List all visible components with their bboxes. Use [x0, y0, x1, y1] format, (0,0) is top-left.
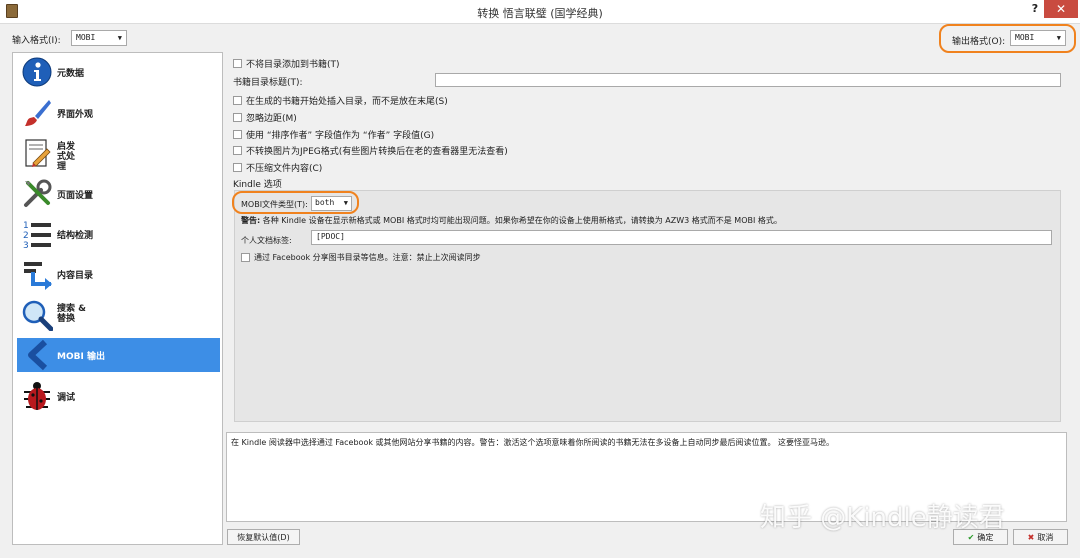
watermark: 知乎 @Kindle静读君: [760, 503, 1005, 533]
chevron-down-icon: ▼: [343, 199, 348, 207]
input-format-select[interactable]: MOBI ▼: [71, 30, 127, 46]
title-bar: 转换 悟言联璧 (国学经典): [0, 0, 1080, 24]
output-format-label: 输出格式(O):: [952, 37, 1006, 47]
sidebar-item-search-replace[interactable]: 搜索 & 替换: [17, 298, 220, 332]
chevron-left-icon: [28, 339, 48, 371]
author-sort-checkbox[interactable]: [233, 129, 242, 139]
chevron-down-icon: ▼: [117, 34, 122, 42]
personal-doc-input[interactable]: [PDOC]: [311, 230, 1052, 245]
input-format-label: 输入格式(I):: [12, 36, 61, 46]
sidebar-item-label: 结构检测: [57, 231, 94, 241]
svg-text:2: 2: [23, 231, 29, 241]
ignore-margins-checkbox[interactable]: [233, 112, 242, 122]
description-text: 在 Kindle 阅读器中选择通过 Facebook 或其他网站分享书籍的内容。…: [231, 438, 835, 447]
svg-text:1: 1: [23, 221, 29, 231]
sidebar-item-label: 页面设置: [57, 191, 94, 201]
file-type-value: both: [315, 198, 335, 207]
sidebar-item-structure-detection[interactable]: 1 2 3 结构检测: [17, 217, 220, 251]
share-facebook-checkbox[interactable]: [241, 252, 250, 262]
sidebar-item-label: MOBI 输出: [57, 352, 105, 362]
no-toc-label: 不将目录添加到书籍(T): [246, 59, 340, 70]
sidebar-item-label: 元数据: [57, 69, 85, 79]
sidebar-item-heuristics[interactable]: 启发式处理: [17, 136, 220, 172]
close-button[interactable]: ✕: [1044, 0, 1078, 18]
share-facebook-label: 通过 Facebook 分享图书目录等信息。注意：禁止上次阅读同步: [254, 252, 481, 262]
cancel-icon: ✖: [1027, 532, 1035, 542]
sidebar-item-page-setup[interactable]: 页面设置: [17, 177, 220, 211]
no-jpeg-label: 不转换图片为JPEG格式(有些图片转换后在老的查看器里无法查看): [246, 146, 508, 157]
kindle-warning: 警告: 各种 Kindle 设备在显示新格式或 MOBI 格式时均可能出现问题。…: [241, 215, 782, 226]
toc-title-input[interactable]: [435, 73, 1061, 87]
restore-defaults-button[interactable]: 恢复默认值(D): [227, 529, 300, 545]
svg-text:3: 3: [23, 241, 29, 250]
sidebar-item-label: 搜索 & 替换: [57, 304, 86, 324]
ignore-margins-label: 忽略边距(M): [246, 113, 297, 124]
toc-icon: [24, 262, 52, 290]
kindle-section-title: Kindle 选项: [233, 179, 282, 190]
paintbrush-icon: [25, 100, 51, 126]
no-toc-checkbox[interactable]: [233, 58, 242, 68]
no-inline-toc-checkbox-row[interactable]: 不压缩文件内容(C): [233, 160, 322, 174]
no-jpeg-checkbox[interactable]: [233, 145, 242, 155]
no-toc-checkbox-row[interactable]: 不将目录添加到书籍(T): [233, 56, 340, 70]
file-type-label: MOBI文件类型(T):: [241, 200, 308, 209]
personal-doc-label: 个人文档标签:: [241, 236, 292, 245]
magnifier-icon: [22, 300, 53, 331]
warning-bold: 警告:: [241, 216, 261, 225]
input-format-value: MOBI: [76, 33, 96, 42]
sidebar-item-label: 界面外观: [57, 110, 94, 120]
app-icon: [6, 4, 18, 18]
file-type-select[interactable]: both ▼: [311, 196, 352, 211]
chevron-down-icon: ▼: [1056, 34, 1061, 42]
no-inline-toc-label: 不压缩文件内容(C): [246, 163, 323, 174]
toc-title-row: 书籍目录标题(T):: [233, 74, 303, 88]
heuristics-icon: [25, 139, 51, 167]
toc-at-start-checkbox[interactable]: [233, 95, 242, 105]
sidebar-item-look-and-feel[interactable]: 界面外观: [17, 96, 220, 130]
cancel-button[interactable]: ✖ 取消: [1013, 529, 1068, 545]
no-inline-toc-checkbox[interactable]: [233, 162, 242, 172]
window-title: 转换 悟言联璧 (国学经典): [477, 7, 603, 20]
warning-text: 各种 Kindle 设备在显示新格式或 MOBI 格式时均可能出现问题。如果你希…: [262, 216, 782, 225]
bug-icon: [24, 382, 50, 410]
sidebar-item-metadata[interactable]: 元数据: [17, 55, 220, 89]
cancel-label: 取消: [1037, 532, 1054, 542]
sidebar-item-label: 启发式处理: [57, 142, 76, 172]
tools-icon: [24, 179, 52, 207]
sidebar-item-debug[interactable]: 调试: [17, 379, 220, 413]
info-icon: [22, 57, 52, 87]
toc-title-label: 书籍目录标题(T):: [233, 77, 303, 88]
toc-at-start-checkbox-row[interactable]: 在生成的书籍开始处插入目录，而不是放在末尾(S): [233, 93, 448, 107]
numbered-list-icon: 1 2 3: [23, 221, 51, 250]
no-jpeg-checkbox-row[interactable]: 不转换图片为JPEG格式(有些图片转换后在老的查看器里无法查看): [233, 143, 508, 157]
author-sort-label: 使用 “排序作者” 字段值作为 “作者” 字段值(G): [246, 130, 435, 141]
help-button[interactable]: ?: [1027, 2, 1043, 18]
ignore-margins-checkbox-row[interactable]: 忽略边距(M): [233, 110, 297, 124]
output-format-value: MOBI: [1015, 33, 1035, 42]
sidebar-item-table-of-contents[interactable]: 内容目录: [17, 257, 220, 291]
toc-at-start-label: 在生成的书籍开始处插入目录，而不是放在末尾(S): [246, 96, 448, 107]
sidebar: 元数据 界面外观 启发式处理 页面设置 1 2 3 结构检测 内容目录 搜索 &…: [12, 52, 223, 545]
author-sort-checkbox-row[interactable]: 使用 “排序作者” 字段值作为 “作者” 字段值(G): [233, 127, 434, 141]
sidebar-item-label: 调试: [57, 393, 76, 403]
sidebar-item-mobi-output[interactable]: MOBI 输出: [17, 338, 220, 372]
output-format-select[interactable]: MOBI ▼: [1010, 30, 1066, 46]
sidebar-item-label: 内容目录: [57, 271, 94, 281]
share-facebook-checkbox-row[interactable]: 通过 Facebook 分享图书目录等信息。注意：禁止上次阅读同步: [241, 251, 481, 263]
